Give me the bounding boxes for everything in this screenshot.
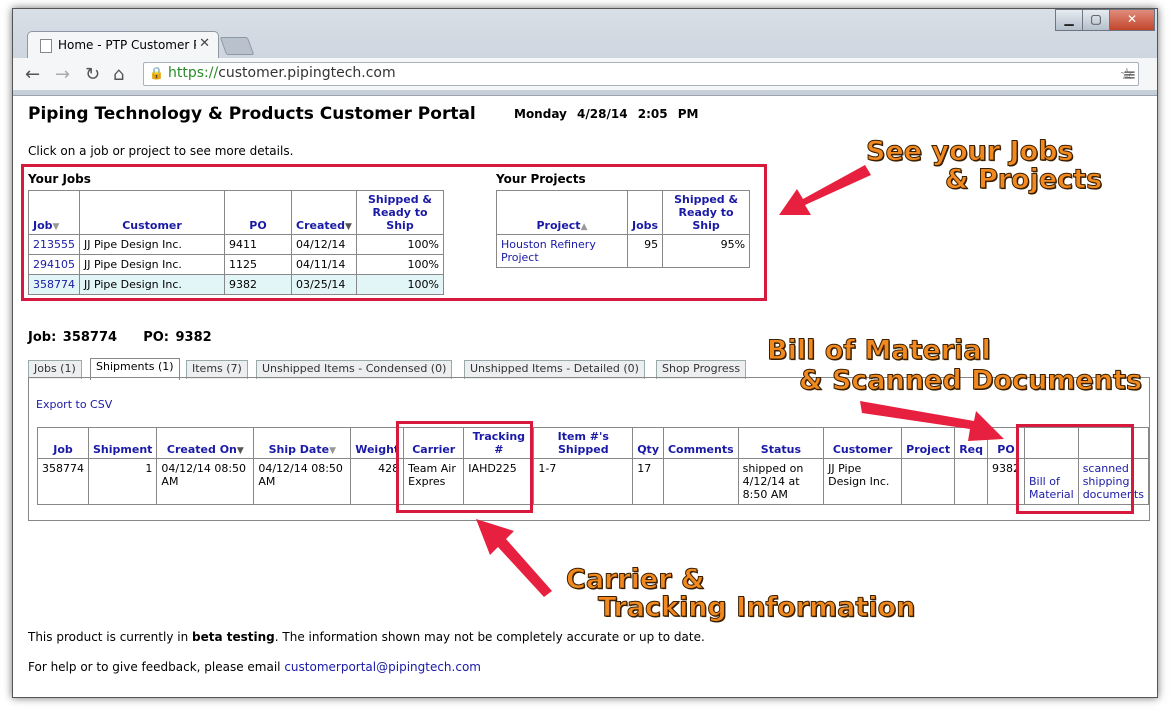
carrier-tracking-highlight bbox=[396, 421, 533, 513]
qty-cell: 17 bbox=[632, 458, 664, 505]
col-created-on[interactable]: Created On▼ bbox=[156, 427, 255, 459]
menu-icon[interactable]: ≡ bbox=[1123, 65, 1136, 84]
ship-job-cell: 358774 bbox=[37, 458, 89, 505]
maximize-button[interactable]: ▢ bbox=[1082, 9, 1110, 31]
reload-icon[interactable]: ↻ bbox=[85, 64, 100, 85]
page-date: Monday 4/28/14 2:05 PM bbox=[514, 107, 699, 121]
export-csv-link[interactable]: Export to CSV bbox=[36, 398, 112, 411]
forward-icon[interactable]: → bbox=[55, 64, 70, 85]
minimize-button[interactable]: ▁ bbox=[1055, 9, 1083, 31]
project-cell bbox=[901, 458, 956, 505]
comments-cell bbox=[662, 458, 739, 505]
job-summary: Job: 358774 PO: 9382 bbox=[28, 330, 212, 345]
col-ship-date[interactable]: Ship Date▼ bbox=[253, 427, 352, 459]
page-icon bbox=[40, 39, 52, 53]
address-bar[interactable]: 🔒 https://customer.pipingtech.com ☆ bbox=[143, 62, 1139, 86]
created-on-cell: 04/12/14 08:50 AM bbox=[156, 458, 255, 505]
close-tab-icon[interactable]: ✕ bbox=[199, 36, 210, 51]
req-cell bbox=[954, 458, 989, 505]
status-cell: shipped on 4/12/14 at 8:50 AM bbox=[737, 458, 825, 505]
browser-chrome: Home - PTP Customer Po ✕ ▁ ▢ ✕ ← → ↻ ⌂ 🔒… bbox=[13, 9, 1157, 96]
back-icon[interactable]: ← bbox=[25, 64, 40, 85]
new-tab-button[interactable] bbox=[219, 37, 255, 55]
callout-bom-line2: & Scanned Documents bbox=[799, 365, 1143, 396]
close-window-button[interactable]: ✕ bbox=[1109, 9, 1155, 31]
browser-toolbar: ← → ↻ ⌂ 🔒 https://customer.pipingtech.co… bbox=[13, 58, 1157, 90]
callout-jobs-line2: & Projects bbox=[944, 164, 1103, 195]
feedback-email-link[interactable]: customerportal@pipingtech.com bbox=[284, 660, 481, 674]
arrow-bom-icon bbox=[860, 401, 1004, 441]
shipment-cell: 1 bbox=[87, 458, 158, 505]
items-shipped-cell: 1-7 bbox=[533, 458, 634, 505]
col-qty[interactable]: Qty bbox=[632, 427, 664, 459]
url-text: https://customer.pipingtech.com bbox=[168, 65, 396, 81]
intro-text: Click on a job or project to see more de… bbox=[28, 144, 294, 158]
callout-jobs-line1: See your Jobs bbox=[866, 136, 1075, 167]
col-ship-job[interactable]: Job bbox=[37, 427, 89, 459]
col-shipment[interactable]: Shipment bbox=[87, 427, 158, 459]
customer-cell: JJ Pipe Design Inc. bbox=[823, 458, 903, 505]
help-text: For help or to give feedback, please ema… bbox=[28, 660, 481, 674]
home-icon[interactable]: ⌂ bbox=[113, 64, 124, 85]
col-comments[interactable]: Comments bbox=[662, 427, 739, 459]
col-status[interactable]: Status bbox=[737, 427, 825, 459]
arrow-carrier-icon bbox=[476, 519, 552, 597]
tab-title: Home - PTP Customer Po bbox=[58, 38, 196, 52]
bom-documents-highlight bbox=[1016, 424, 1134, 514]
callout-carrier-line1: Carrier & bbox=[566, 564, 705, 595]
col-items-shipped[interactable]: Item #'s Shipped bbox=[533, 427, 634, 459]
browser-tab[interactable]: Home - PTP Customer Po ✕ bbox=[27, 31, 219, 58]
callout-bom-line1: Bill of Material bbox=[767, 335, 992, 366]
table-row: 358774 1 04/12/14 08:50 AM 04/12/14 08:5… bbox=[37, 458, 1150, 505]
page-title: Piping Technology & Products Customer Po… bbox=[28, 104, 476, 124]
arrow-jobs-icon bbox=[779, 165, 871, 215]
beta-notice: This product is currently in beta testin… bbox=[28, 630, 705, 644]
ship-date-cell: 04/12/14 08:50 AM bbox=[253, 458, 352, 505]
jobs-projects-highlight bbox=[21, 164, 767, 301]
callout-carrier-line2: Tracking Information bbox=[597, 592, 916, 623]
lock-icon: 🔒 bbox=[149, 66, 164, 80]
